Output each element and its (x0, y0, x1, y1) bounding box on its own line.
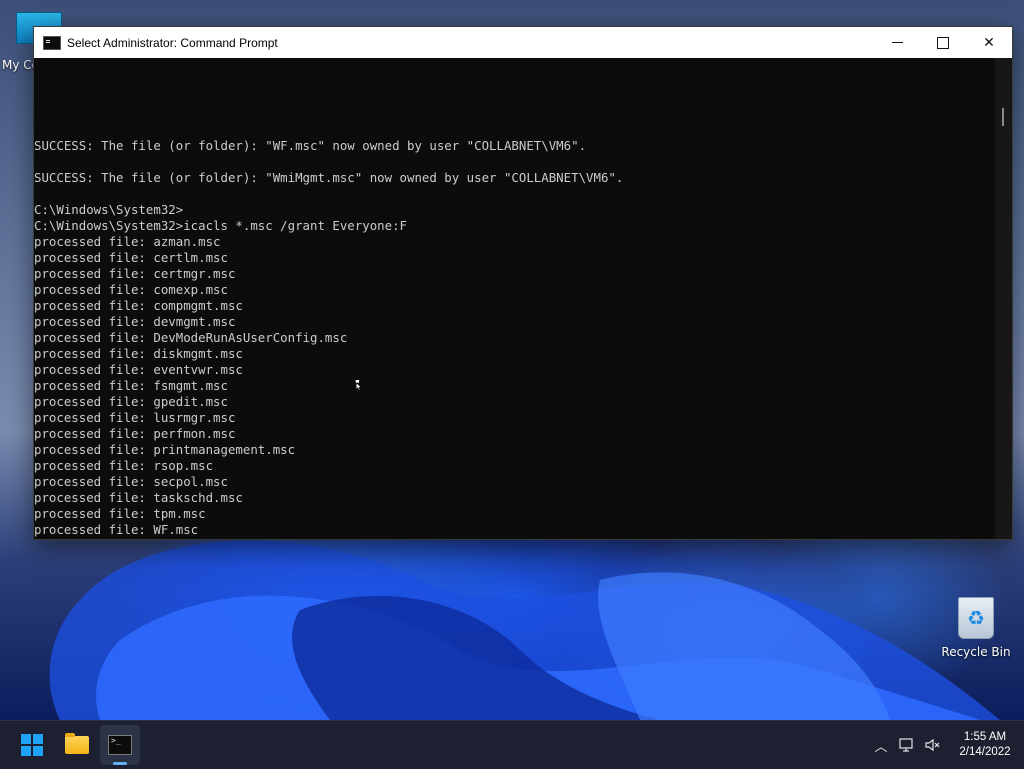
recycle-bin-icon: ♻ (958, 597, 994, 639)
mouse-pointer-icon (355, 380, 362, 390)
maximize-button[interactable] (920, 27, 966, 58)
console-line: processed file: DevModeRunAsUserConfig.m… (34, 330, 348, 345)
clock-date: 2/14/2022 (959, 746, 1011, 758)
taskbar-file-explorer[interactable] (57, 725, 97, 765)
command-prompt-icon (108, 735, 132, 755)
console-line: processed file: WmiMgmt.msc (34, 538, 995, 539)
console-line: processed file: certmgr.msc (34, 266, 236, 281)
console-line: processed file: secpol.msc (34, 474, 228, 489)
console-output[interactable]: SUCCESS: The file (or folder): "WF.msc" … (34, 58, 995, 539)
chevron-up-icon: ︿ (874, 739, 888, 755)
window-controls: ✕ (874, 27, 1012, 58)
taskbar-command-prompt[interactable] (100, 725, 140, 765)
console-line: C:\Windows\System32> (34, 202, 184, 217)
console-line: processed file: devmgmt.msc (34, 314, 236, 329)
console-line: SUCCESS: The file (or folder): "WmiMgmt.… (34, 170, 624, 185)
console-line: processed file: compmgmt.msc (34, 298, 243, 313)
close-button[interactable]: ✕ (966, 27, 1012, 58)
vertical-scrollbar[interactable] (995, 58, 1012, 539)
active-app-indicator (113, 762, 127, 765)
console-line: processed file: eventvwr.msc (34, 362, 243, 377)
desktop-icon-recycle-bin[interactable]: ♻ Recycle Bin (936, 595, 1016, 659)
show-hidden-icons-button[interactable]: ︿ (868, 733, 894, 757)
console-line: C:\Windows\System32>icacls *.msc /grant … (34, 218, 407, 233)
console-line: processed file: tpm.msc (34, 506, 206, 521)
window-title: Select Administrator: Command Prompt (67, 35, 278, 50)
console-line: processed file: WF.msc (34, 522, 199, 537)
start-button[interactable] (12, 725, 52, 765)
network-button[interactable] (894, 733, 920, 757)
volume-muted-icon (925, 738, 940, 752)
wallpaper-bloom (49, 540, 1000, 720)
desktop-icon-label: Recycle Bin (941, 645, 1011, 659)
console-line: processed file: printmanagement.msc (34, 442, 296, 457)
command-prompt-window[interactable]: Select Administrator: Command Prompt ✕ S… (33, 26, 1013, 540)
window-titlebar[interactable]: Select Administrator: Command Prompt ✕ (34, 27, 1012, 58)
network-icon (899, 738, 913, 752)
console-line: SUCCESS: The file (or folder): "WF.msc" … (34, 138, 587, 153)
file-explorer-icon (65, 733, 89, 754)
close-icon: ✕ (983, 34, 995, 51)
console-line: processed file: azman.msc (34, 234, 221, 249)
console-line: processed file: gpedit.msc (34, 394, 228, 409)
maximize-icon (937, 36, 949, 49)
console-line: processed file: rsop.msc (34, 458, 214, 473)
minimize-icon (891, 42, 903, 43)
system-tray: ︿ 1:55 AM 2/14/2022 (868, 721, 1024, 769)
taskbar-clock[interactable]: 1:55 AM 2/14/2022 (946, 730, 1024, 760)
console-line: processed file: taskschd.msc (34, 490, 243, 505)
console-line: processed file: fsmgmt.msc (34, 378, 228, 393)
minimize-button[interactable] (874, 27, 920, 58)
clock-time: 1:55 AM (963, 731, 1007, 743)
console-line: processed file: perfmon.msc (34, 426, 236, 441)
volume-button[interactable] (920, 733, 946, 757)
scrollbar-thumb[interactable] (1002, 108, 1004, 126)
console-line: processed file: lusrmgr.msc (34, 410, 236, 425)
console-line: processed file: comexp.msc (34, 282, 228, 297)
start-icon (21, 734, 43, 756)
console-line: processed file: diskmgmt.msc (34, 346, 243, 361)
taskbar: ︿ 1:55 AM 2/14/2022 (0, 720, 1024, 769)
console-line: processed file: certlm.msc (34, 250, 228, 265)
command-prompt-icon[interactable] (43, 35, 61, 50)
